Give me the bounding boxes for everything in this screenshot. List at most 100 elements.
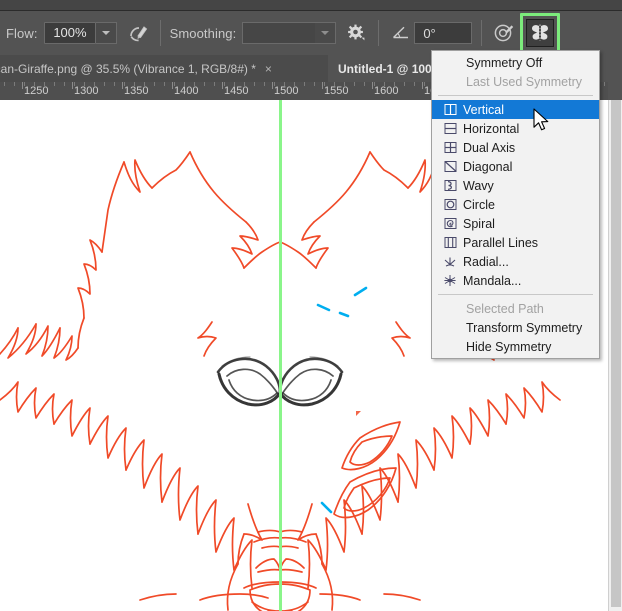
menu-item-last-used-symmetry: Last Used Symmetry [432,72,599,91]
flow-dropdown-button[interactable] [95,22,117,44]
document-tab-giraffe[interactable]: ican-Giraffe.png @ 35.5% (Vibrance 1, RG… [0,55,328,82]
ruler-major-tick [122,82,123,89]
tab-title: Untitled-1 @ 100 [338,61,432,76]
ruler-label: 1400 [174,85,199,97]
angle-button[interactable] [388,20,414,46]
ruler-minor-tick [114,82,115,86]
menu-item-transform-symmetry[interactable]: Transform Symmetry [432,318,599,337]
parallel-lines-icon [440,235,460,251]
ruler-minor-tick [154,82,155,86]
ruler-major-tick [272,82,273,89]
ruler-label: 1350 [124,85,149,97]
menu-item-wavy[interactable]: Wavy [432,176,599,195]
menu-item-selected-path: Selected Path [432,299,599,318]
ruler-minor-tick [54,82,55,86]
menu-item-label: Parallel Lines [463,235,539,250]
menu-item-label: Transform Symmetry [466,320,583,335]
smoothing-input[interactable] [242,22,316,44]
window-top-strip [0,0,622,11]
ruler-minor-tick [64,82,65,86]
ruler-minor-tick [164,82,165,86]
diagonal-icon [440,159,460,175]
ruler-minor-tick [214,82,215,86]
butterfly-symmetry-icon [532,24,549,41]
horizontal-icon [440,121,460,137]
menu-item-vertical[interactable]: Vertical [432,100,599,119]
ruler-minor-tick [404,82,405,86]
symmetry-button[interactable] [526,19,555,47]
ruler-major-tick [222,82,223,89]
tool-options-bar: Flow: 100% Smoothing: 0° [0,11,622,55]
menu-item-label: Diagonal [463,159,513,174]
angle-input[interactable]: 0° [414,22,473,44]
airbrush-button[interactable] [125,20,151,46]
menu-item-spiral[interactable]: Spiral [432,214,599,233]
radial-icon [440,254,460,270]
ruler-minor-tick [14,82,15,86]
menu-item-label: Circle [463,197,495,212]
smoothing-options-button[interactable] [343,20,369,46]
ruler-major-tick [322,82,323,89]
menu-item-radial[interactable]: Radial... [432,252,599,271]
ruler-minor-tick [254,82,255,86]
ruler-minor-tick [414,82,415,86]
ruler-major-tick [422,82,423,89]
symmetry-menu[interactable]: Symmetry Off Last Used Symmetry Vertical Ho… [431,50,600,359]
menu-item-label: Hide Symmetry [466,339,552,354]
ruler-minor-tick [304,82,305,86]
chevron-down-icon [321,31,330,35]
close-icon[interactable]: × [263,63,274,75]
options-divider-2 [378,20,380,46]
menu-separator [438,95,593,96]
menu-item-dual-axis[interactable]: Dual Axis [432,138,599,157]
ruler-label: 1500 [274,85,299,97]
menu-item-symmetry-off[interactable]: Symmetry Off [432,53,599,72]
options-divider-1 [159,20,161,46]
menu-item-label: Mandala... [463,273,522,288]
ruler-label: 1550 [324,85,349,97]
stray-mark [356,411,361,416]
menu-item-horizontal[interactable]: Horizontal [432,119,599,138]
scrollbar-thumb[interactable] [611,100,621,607]
flow-input[interactable]: 100% [43,22,96,44]
tab-title: ican-Giraffe.png @ 35.5% (Vibrance 1, RG… [0,61,256,76]
vertical-scrollbar[interactable] [608,100,622,611]
ruler-label: 1250 [24,85,49,97]
symmetry-guide-line [279,100,282,611]
smoothing-dropdown-button[interactable] [315,22,337,44]
ruler-minor-tick [204,82,205,86]
ruler-major-tick [172,82,173,89]
menu-item-label: Last Used Symmetry [466,74,583,89]
airbrush-icon [129,26,147,42]
wavy-icon [440,178,460,194]
angle-icon [393,26,409,39]
menu-item-label: Dual Axis [463,140,516,155]
menu-item-label: Symmetry Off [466,55,543,70]
options-divider-3 [481,20,483,46]
menu-item-circle[interactable]: Circle [432,195,599,214]
ruler-major-tick [372,82,373,89]
circle-icon [440,197,460,213]
flow-value: 100% [53,25,87,40]
pressure-toggle-button[interactable] [491,20,517,46]
menu-item-label: Selected Path [466,301,544,316]
spiral-icon [440,216,460,232]
ruler-minor-tick [264,82,265,86]
symmetry-button-wrapper [520,13,561,53]
menu-item-hide-symmetry[interactable]: Hide Symmetry [432,337,599,356]
chevron-down-icon [101,31,110,35]
ruler-minor-tick [314,82,315,86]
menu-item-diagonal[interactable]: Diagonal [432,157,599,176]
ruler-label: 1300 [74,85,99,97]
ruler-label: 1600 [374,85,399,97]
pressure-target-icon [494,24,514,42]
dual-axis-icon [440,140,460,156]
menu-item-parallel-lines[interactable]: Parallel Lines [432,233,599,252]
menu-item-mandala[interactable]: Mandala... [432,271,599,290]
menu-item-label: Vertical [463,102,504,117]
menu-item-label: Wavy [463,178,494,193]
ruler-major-tick [22,82,23,89]
ruler-minor-tick [104,82,105,86]
panel-edge-strip [608,55,622,100]
gear-icon [348,24,365,41]
